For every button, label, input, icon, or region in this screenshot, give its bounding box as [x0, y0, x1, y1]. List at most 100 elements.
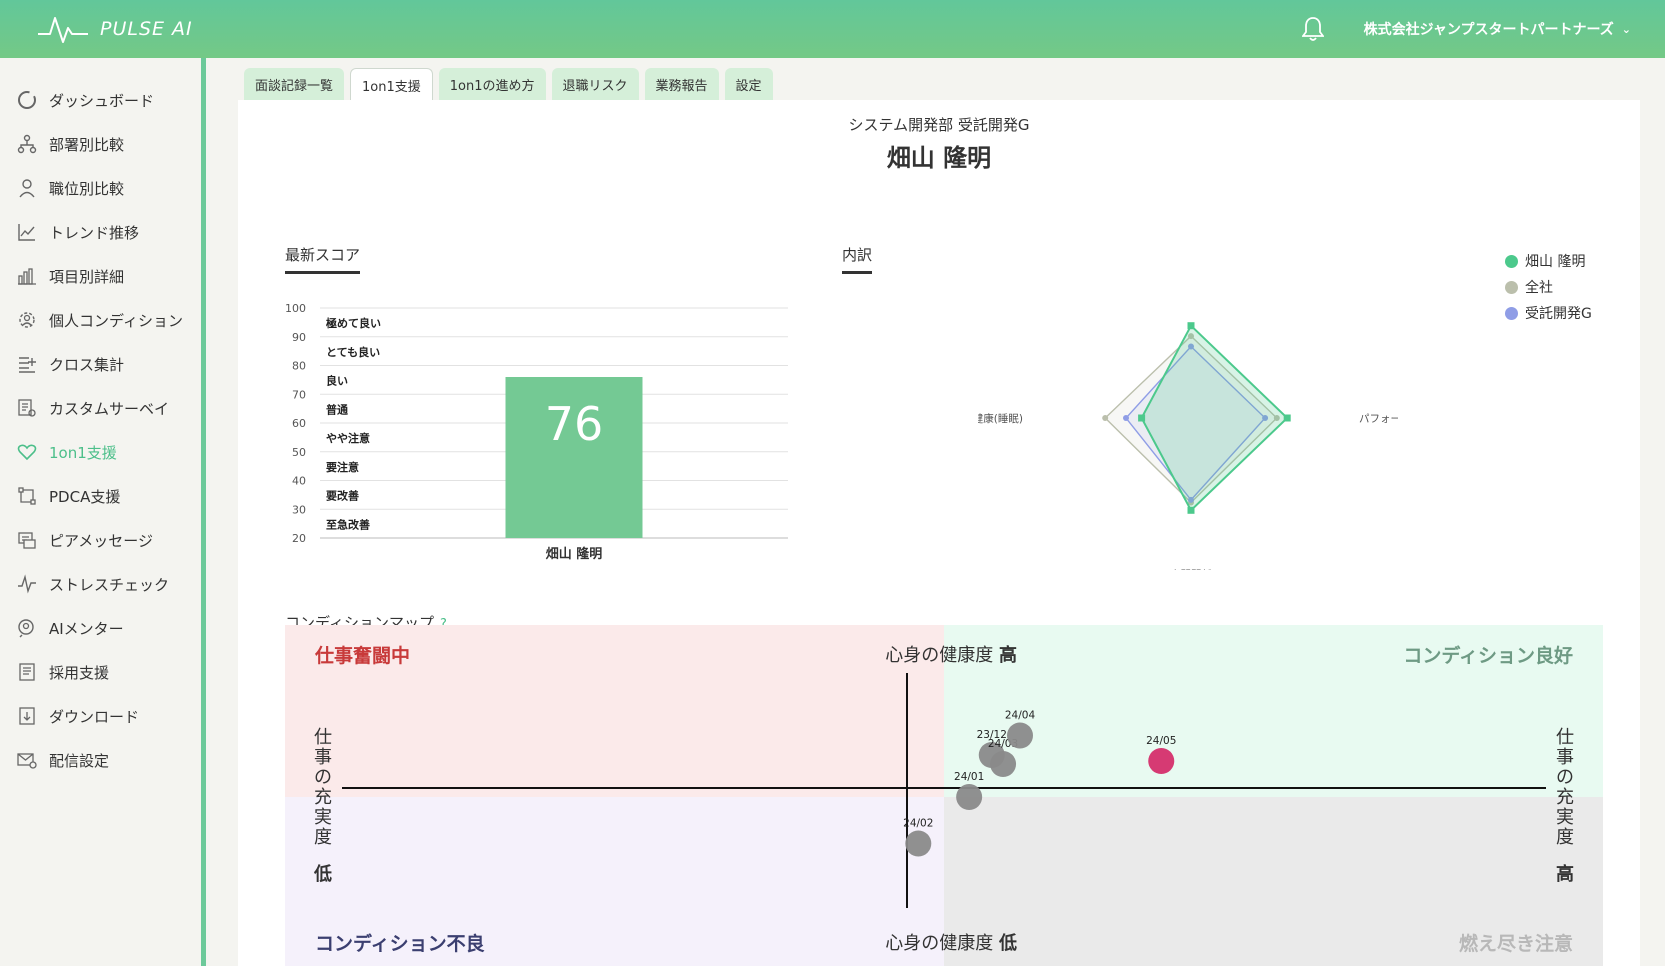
person-rank-icon	[16, 177, 38, 199]
pulse-logo-icon	[38, 17, 88, 43]
map-point-label: 24/01	[954, 771, 984, 783]
tab-2[interactable]: 1on1の進め方	[438, 68, 546, 100]
radar-point	[1138, 414, 1146, 422]
score-band-label: とても良い	[326, 345, 380, 359]
breakdown-radar-chart: 仕事内容パフォーマンス人間関係健康(睡眠)	[978, 322, 1398, 570]
company-selector[interactable]: 株式会社ジャンプスタートパートナーズ ⌄	[1364, 19, 1631, 39]
map-point	[1007, 722, 1033, 749]
radar-point	[1123, 415, 1129, 421]
radar-point	[1102, 415, 1109, 421]
heart-icon	[16, 441, 38, 463]
score-bar-chart: 20 30 40 50 60 70 80 90 100 極めて良いとても良い良い普通やや注意要注意…	[285, 302, 788, 562]
notification-bell-icon[interactable]	[1301, 16, 1324, 42]
legend-label: 全社	[1525, 280, 1553, 296]
dashboard-circle-icon	[16, 89, 38, 111]
legend-dot	[1505, 306, 1518, 320]
recruit-doc-icon	[16, 661, 38, 683]
sidebar-item-label: ストレスチェック	[49, 575, 170, 594]
breakdown-title: 内訳	[842, 244, 873, 274]
sidebar-item-9[interactable]: PDCA支援	[0, 474, 201, 518]
map-point	[905, 830, 932, 857]
app-name: PULSE AI	[100, 18, 193, 40]
sidebar-item-5[interactable]: 個人コンディション	[0, 298, 201, 342]
sidebar-item-label: クロス集計	[49, 355, 125, 374]
sidebar: ダッシュボード 部署別比較職位別比較トレンド推移 項目別詳細個人コンディションクロス…	[0, 58, 206, 966]
latest-score-title: 最新スコア	[285, 244, 361, 274]
score-band-label: 至急改善	[326, 517, 370, 531]
sidebar-item-11[interactable]: ストレスチェック	[0, 562, 201, 606]
sidebar-item-label: PDCA支援	[49, 487, 121, 506]
sidebar-item-label: AIメンター	[49, 619, 124, 638]
sidebar-item-13[interactable]: 採用支援	[0, 650, 201, 694]
cross-table-icon	[16, 353, 38, 375]
tab-5[interactable]: 設定	[724, 68, 773, 100]
condition-map: 仕事奮闘中 コンディション良好 コンディション不良 燃え尽き注意 心身の健康度 …	[285, 625, 1603, 966]
legend-entry[interactable]: 畑山 隆明	[1505, 248, 1592, 274]
sidebar-item-1[interactable]: 部署別比較	[0, 122, 201, 166]
sidebar-item-label: 項目別詳細	[49, 267, 125, 286]
sidebar-item-12[interactable]: AIメンター	[0, 606, 201, 650]
stress-pulse-icon	[16, 573, 38, 595]
y-tick-label: 90	[292, 331, 306, 344]
custom-survey-icon	[16, 397, 38, 419]
sidebar-item-14[interactable]: ダウンロード	[0, 694, 201, 738]
app-logo[interactable]: PULSE AI	[38, 14, 193, 44]
tab-3[interactable]: 退職リスク	[551, 68, 639, 100]
sidebar-item-0[interactable]: ダッシュボード	[0, 78, 201, 122]
person-name: 畑山 隆明	[886, 144, 992, 172]
score-band-label: 普通	[326, 402, 348, 416]
chevron-down-icon: ⌄	[1621, 22, 1631, 36]
y-tick-label: 70	[292, 388, 306, 401]
map-point-label: 24/05	[1146, 735, 1176, 747]
map-point	[990, 751, 1017, 777]
score-band-label: 良い	[326, 374, 348, 388]
score-band-label: 極めて良い	[325, 316, 381, 330]
sidebar-item-label: ピアメッセージ	[49, 531, 153, 550]
bar-detail-icon	[16, 265, 38, 287]
sidebar-item-3[interactable]: トレンド推移	[0, 210, 201, 254]
legend-entry[interactable]: 受託開発G	[1505, 300, 1592, 326]
radar-point	[1187, 506, 1195, 514]
download-icon	[16, 705, 38, 727]
sidebar-item-label: トレンド推移	[49, 223, 140, 242]
condition-scatter: 24/0224/0123/1224/0324/0424/05	[342, 673, 1546, 908]
ai-mentor-icon	[16, 617, 38, 639]
sidebar-item-label: カスタムサーベイ	[49, 399, 170, 418]
message-icon	[16, 529, 38, 551]
sidebar-item-6[interactable]: クロス集計	[0, 342, 201, 386]
department-label: システム開発部 受託開発G	[848, 116, 1030, 134]
sidebar-item-label: 職位別比較	[49, 179, 125, 198]
y-tick-label: 30	[292, 503, 306, 516]
mail-settings-icon	[16, 749, 38, 771]
radar-series-0	[1140, 324, 1289, 512]
sidebar-item-8[interactable]: 1on1支援	[0, 430, 201, 474]
sidebar-item-2[interactable]: 職位別比較	[0, 166, 201, 210]
radar-point	[1187, 322, 1195, 330]
tab-1[interactable]: 1on1支援	[350, 68, 433, 101]
y-tick-label: 20	[292, 532, 306, 545]
legend-entry[interactable]: 全社	[1505, 274, 1592, 300]
sidebar-item-label: 部署別比較	[49, 135, 125, 154]
y-tick-label: 50	[292, 446, 306, 459]
map-point	[956, 784, 983, 810]
radar-point	[1283, 414, 1291, 422]
map-point	[1148, 748, 1175, 774]
person-condition-icon	[16, 309, 38, 331]
score-band-label: 要注意	[326, 460, 359, 474]
org-tree-icon	[16, 133, 38, 155]
tab-4[interactable]: 業務報告	[644, 68, 719, 100]
sidebar-item-label: 1on1支援	[49, 443, 117, 462]
y-tick-label: 80	[292, 360, 306, 373]
sidebar-item-label: ダウンロード	[49, 707, 140, 726]
score-band-label: やや注意	[326, 431, 370, 445]
sidebar-item-10[interactable]: ピアメッセージ	[0, 518, 201, 562]
tab-0[interactable]: 面談記録一覧	[244, 68, 345, 100]
top-bar: PULSE AI 株式会社ジャンプスタートパートナーズ ⌄	[0, 0, 1665, 58]
x-category-label: 畑山 隆明	[546, 546, 603, 562]
sidebar-item-7[interactable]: カスタムサーベイ	[0, 386, 201, 430]
sidebar-item-label: 採用支援	[49, 663, 110, 682]
sidebar-item-label: ダッシュボード	[49, 91, 155, 110]
radar-axis-label: 人間関係	[1170, 569, 1212, 570]
sidebar-item-15[interactable]: 配信設定	[0, 738, 201, 782]
sidebar-item-4[interactable]: 項目別詳細	[0, 254, 201, 298]
